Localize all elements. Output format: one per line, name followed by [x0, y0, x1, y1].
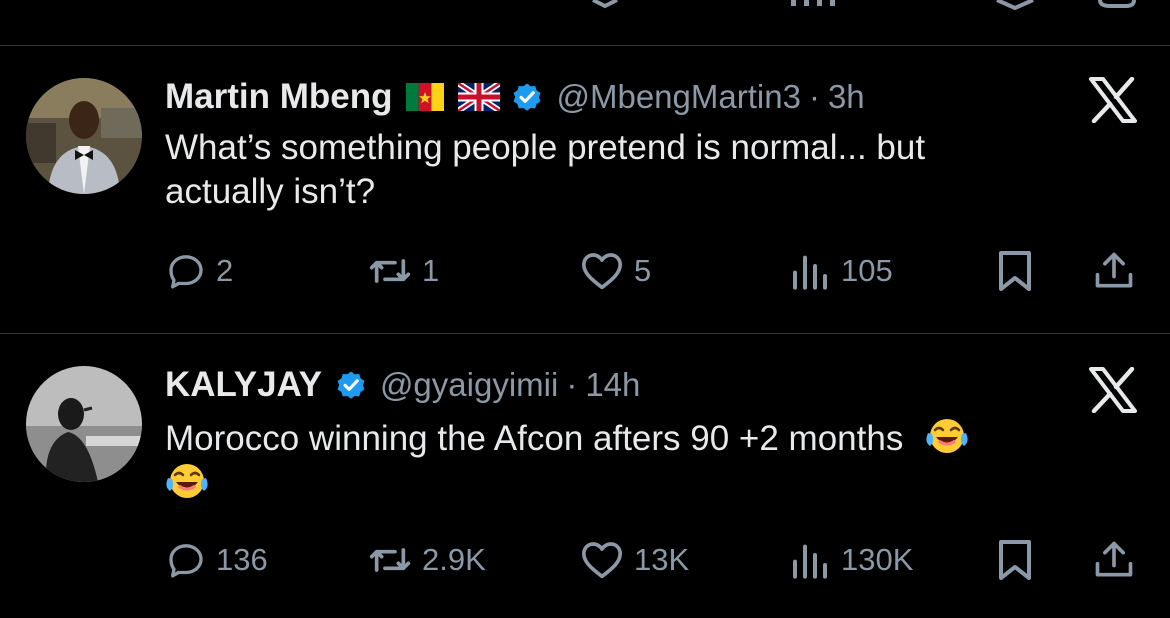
repost-button[interactable]: 2.9K — [368, 535, 486, 585]
share-button[interactable] — [1092, 535, 1136, 585]
tweet-text-line — [165, 461, 1065, 506]
separator-dot: · — [808, 78, 820, 115]
divider — [0, 333, 1170, 334]
views-button[interactable]: 105 — [789, 246, 893, 296]
like-button[interactable]: 5 — [580, 246, 651, 296]
tweet-text-line: actually isn’t? — [165, 172, 376, 211]
bookmark-icon — [999, 251, 1031, 291]
cameroon-flag-icon — [406, 83, 445, 111]
reply-icon — [169, 255, 203, 289]
tweet-text-line: Morocco winning the Afcon afters 90 +2 m… — [165, 416, 1065, 461]
tweet-actions: 136 2.9K 13K 130K — [0, 535, 1170, 585]
repost-icon — [369, 259, 411, 283]
timestamp[interactable]: 14h — [585, 366, 640, 404]
reply-button[interactable]: 136 — [166, 535, 268, 585]
views-count: 130K — [841, 542, 914, 577]
views-count: 105 — [841, 253, 893, 288]
uk-flag-icon — [458, 83, 501, 111]
share-button[interactable] — [1092, 246, 1136, 296]
repost-count: 1 — [422, 253, 440, 288]
laughing-tears-emoji-icon — [925, 416, 969, 456]
bookmark-button[interactable] — [995, 246, 1035, 296]
verified-badge-icon[interactable] — [334, 368, 368, 402]
analytics-icon — [793, 255, 827, 290]
avatar[interactable] — [26, 78, 142, 194]
share-icon — [1095, 541, 1133, 577]
tweet-actions: 2 1 5 105 — [0, 246, 1170, 296]
tweet-text: Morocco winning the Afcon afters 90 +2 m… — [165, 416, 1065, 506]
display-name[interactable]: KALYJAY — [165, 365, 322, 405]
heart-icon — [581, 542, 622, 579]
laughing-tears-emoji-icon — [165, 461, 209, 501]
handle[interactable]: @gyaigyimii — [380, 366, 558, 404]
separator-dot: · — [566, 366, 578, 403]
x-logo-icon[interactable] — [1086, 77, 1140, 123]
repost-button[interactable]: 1 — [368, 246, 439, 296]
tweet-text-content: Morocco winning the Afcon afters 90 +2 m… — [165, 419, 904, 458]
like-count: 5 — [634, 253, 652, 288]
reply-count: 2 — [216, 253, 234, 288]
like-count: 13K — [634, 542, 690, 577]
analytics-icon — [793, 544, 827, 579]
avatar[interactable] — [26, 366, 142, 482]
heart-icon — [581, 253, 622, 290]
tweet-header: KALYJAY @gyaigyimii · 14h — [165, 363, 640, 407]
tweet-text-line: What’s something people pretend is norma… — [165, 128, 926, 167]
verified-badge-icon[interactable] — [510, 80, 544, 114]
repost-count: 2.9K — [422, 542, 486, 577]
views-button[interactable]: 130K — [789, 535, 913, 585]
bookmark-icon — [999, 540, 1031, 580]
bookmark-button[interactable] — [995, 535, 1035, 585]
share-icon — [1095, 252, 1133, 288]
reply-button[interactable]: 2 — [166, 246, 233, 296]
repost-icon — [369, 548, 411, 572]
like-button[interactable]: 13K — [580, 535, 689, 585]
divider — [0, 45, 1170, 46]
display-name[interactable]: Martin Mbeng — [165, 77, 392, 117]
handle[interactable]: @MbengMartin3 — [556, 78, 800, 116]
tweet-text: What’s something people pretend is norma… — [165, 126, 1065, 214]
tweet-header: Martin Mbeng @MbengMartin3 · 3h — [165, 75, 865, 119]
reply-count: 136 — [216, 542, 268, 577]
timestamp[interactable]: 3h — [828, 78, 865, 116]
reply-icon — [169, 544, 203, 578]
previous-tweet-actions-partial — [592, 0, 1136, 11]
x-logo-icon[interactable] — [1086, 367, 1140, 413]
